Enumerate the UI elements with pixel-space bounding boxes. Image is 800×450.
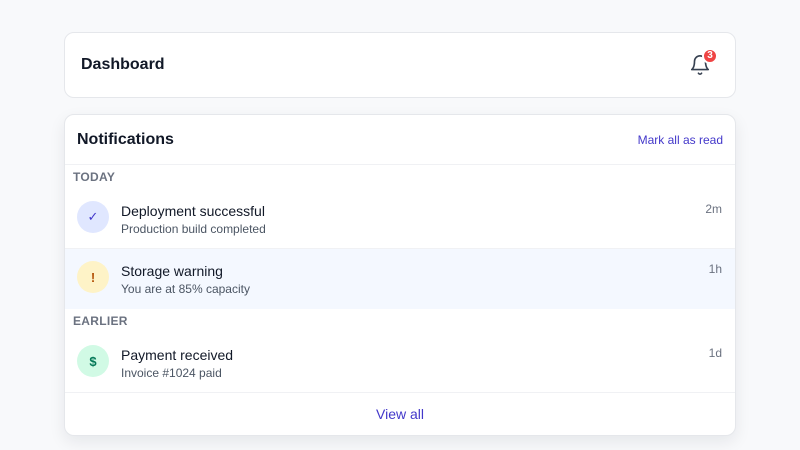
notification-subtitle: You are at 85% capacity (121, 282, 250, 296)
notification-title: Deployment successful (121, 203, 265, 219)
mark-all-read-link[interactable]: Mark all as read (638, 133, 723, 147)
notifications-footer: View all (65, 393, 735, 434)
notifications-panel-header: Notifications Mark all as read (65, 115, 735, 165)
notification-time: 2m (705, 202, 722, 216)
group-label-today: TODAY (73, 170, 116, 184)
notification-title: Payment received (121, 347, 234, 363)
notifications-title: Notifications (77, 130, 174, 148)
notification-item[interactable]: ✓ Deployment successful Production build… (65, 189, 735, 249)
notifications-panel: Notifications Mark all as read TODAY ✓ D… (64, 114, 736, 436)
group-label-earlier: EARLIER (73, 314, 128, 328)
warning-icon: ! (77, 261, 109, 293)
notifications-bell-button[interactable]: 3 (685, 48, 718, 80)
notification-subtitle: Production build completed (121, 222, 266, 236)
notification-count-badge: 3 (702, 48, 718, 64)
dollar-icon: $ (77, 345, 109, 377)
check-icon: ✓ (77, 201, 109, 233)
view-all-link[interactable]: View all (376, 406, 424, 422)
notification-item[interactable]: ! Storage warning You are at 85% capacit… (65, 249, 735, 309)
notification-time: 1d (708, 346, 722, 360)
dashboard-header: Dashboard 3 (64, 32, 736, 98)
page-title: Dashboard (81, 56, 165, 73)
notification-time: 1h (708, 262, 722, 276)
notification-item[interactable]: $ Payment received Invoice #1024 paid 1d (65, 333, 735, 393)
notification-subtitle: Invoice #1024 paid (121, 366, 222, 380)
notification-title: Storage warning (121, 263, 223, 279)
